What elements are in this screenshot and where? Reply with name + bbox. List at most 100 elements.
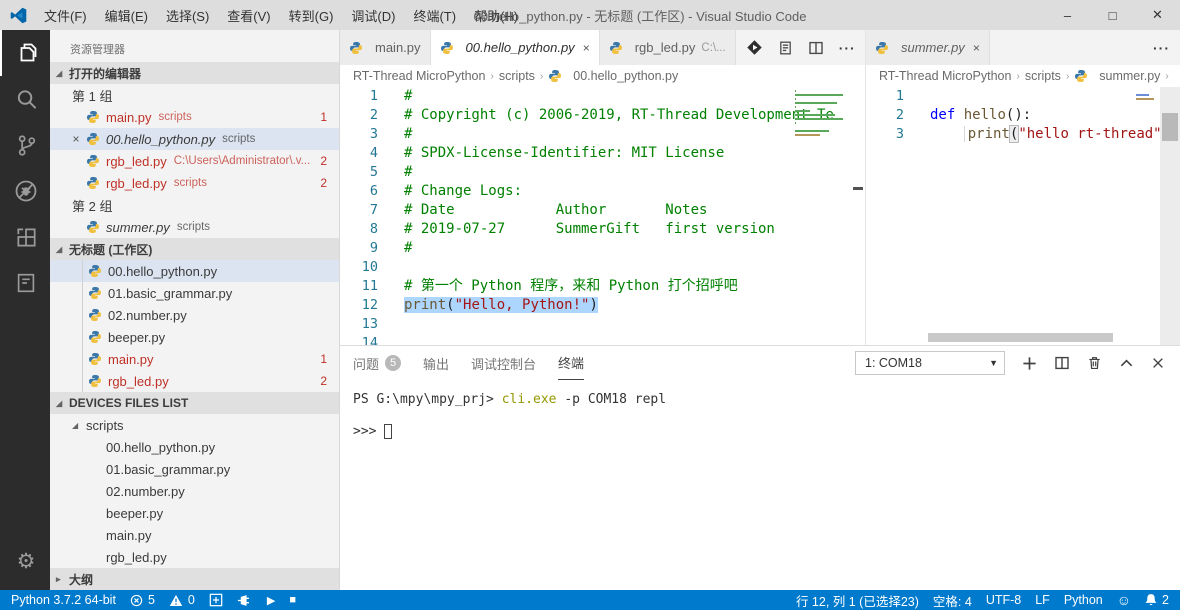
statusbar-encoding[interactable]: UTF-8	[979, 590, 1028, 610]
notifications-icon	[1145, 593, 1157, 607]
workspace-file[interactable]: 01.basic_grammar.py	[50, 282, 339, 304]
vertical-scrollbar[interactable]	[1160, 87, 1180, 345]
panel-tab-终端[interactable]: 终端	[558, 346, 584, 380]
menu-5[interactable]: 调试(D)	[342, 0, 404, 30]
devices-folder-scripts[interactable]: ◢scripts	[50, 414, 339, 436]
section-open-editors[interactable]: ◢打开的编辑器	[50, 62, 339, 84]
token: print	[404, 297, 446, 313]
run-program-icon: ▶	[267, 594, 275, 607]
tab-rgb_led.py[interactable]: rgb_led.pyC:\...	[600, 30, 736, 65]
minimap[interactable]	[1136, 90, 1158, 102]
statusbar-language-mode[interactable]: Python	[1057, 590, 1110, 610]
activitybar-debug[interactable]	[0, 168, 50, 214]
breadcrumb-item[interactable]: scripts	[499, 69, 535, 83]
minimap-line	[1136, 98, 1154, 100]
tab-00.hello_python.py[interactable]: 00.hello_python.py×	[431, 30, 600, 65]
activitybar-manage[interactable]: ⚙	[0, 538, 50, 584]
chevron-up-button[interactable]	[1119, 356, 1134, 371]
code-editor[interactable]: 12def hello():3 print("hello rt-thread"	[866, 87, 1180, 345]
statusbar-python-version[interactable]: Python 3.7.2 64-bit	[4, 590, 123, 610]
open-editor-item[interactable]: rgb_led.pyC:\Users\Administrator\.v...2	[50, 150, 339, 172]
section-devices-files-list[interactable]: ◢DEVICES FILES LIST	[50, 392, 339, 414]
close-button[interactable]	[1151, 356, 1165, 370]
breadcrumb-item[interactable]: scripts	[1025, 69, 1061, 83]
statusbar-connect-device[interactable]	[230, 590, 260, 610]
trash-button[interactable]	[1087, 355, 1102, 371]
workspace-file[interactable]: rgb_led.py2	[50, 370, 339, 392]
report-button[interactable]	[778, 40, 793, 56]
devices-file[interactable]: beeper.py	[50, 502, 339, 524]
statusbar-feedback[interactable]: ☺	[1110, 590, 1138, 610]
menu-3[interactable]: 查看(V)	[218, 0, 279, 30]
statusbar-eol[interactable]: LF	[1028, 590, 1057, 610]
statusbar-problems-warnings[interactable]: 0	[162, 590, 202, 610]
token: print	[968, 126, 1010, 142]
code-line: 12print("Hello, Python!")	[340, 296, 865, 315]
terminal-output[interactable]: PS G:\mpy\mpy_prj> cli.exe -p COM18 repl…	[340, 380, 1180, 590]
activitybar-extensions[interactable]	[0, 214, 50, 260]
menu-4[interactable]: 转到(G)	[280, 0, 343, 30]
breadcrumb-item[interactable]: 00.hello_python.py	[573, 69, 678, 83]
minimap[interactable]	[795, 90, 849, 146]
open-editor-item[interactable]: summer.pyscripts	[50, 216, 339, 238]
menu-2[interactable]: 选择(S)	[157, 0, 218, 30]
workspace-file[interactable]: 02.number.py	[50, 304, 339, 326]
menu-6[interactable]: 终端(T)	[404, 0, 465, 30]
vertical-scrollbar[interactable]	[849, 87, 865, 345]
open-editor-item[interactable]: rgb_led.pyscripts2	[50, 172, 339, 194]
minimap-line	[1136, 94, 1149, 96]
workspace-file[interactable]: beeper.py	[50, 326, 339, 348]
problem-count-badge: 5	[385, 355, 401, 371]
activitybar-search[interactable]	[0, 76, 50, 122]
statusbar-stop-program[interactable]: ■	[282, 590, 303, 610]
terminal-select[interactable]: 1: COM18 ▼	[855, 351, 1005, 375]
workspace-file[interactable]: main.py1	[50, 348, 339, 370]
devices-file[interactable]: main.py	[50, 524, 339, 546]
devices-file[interactable]: 02.number.py	[50, 480, 339, 502]
breadcrumb-item[interactable]: summer.py	[1099, 69, 1160, 83]
horizontal-scrollbar[interactable]	[928, 333, 1113, 342]
open-editor-item[interactable]: main.pyscripts1	[50, 106, 339, 128]
statusbar-notifications[interactable]: 2	[1138, 590, 1176, 610]
devices-file[interactable]: rgb_led.py	[50, 546, 339, 568]
section-workspace[interactable]: ◢无标题 (工作区)	[50, 238, 339, 260]
tab-summer.py[interactable]: summer.py×	[866, 30, 990, 65]
breadcrumb-item[interactable]: RT-Thread MicroPython	[353, 69, 485, 83]
split-panel-button[interactable]	[1054, 355, 1070, 371]
section-label: 无标题 (工作区)	[69, 241, 152, 258]
activitybar-source-control[interactable]	[0, 122, 50, 168]
activitybar-explorer[interactable]	[0, 30, 50, 76]
open-editor-item[interactable]: ×00.hello_python.pyscripts	[50, 128, 339, 150]
close-button[interactable]: ✕	[1135, 0, 1180, 30]
code-editor[interactable]: 1#2# Copyright (c) 2006-2019, RT-Thread …	[340, 87, 865, 345]
statusbar-problems-errors[interactable]: 5	[123, 590, 162, 610]
devices-file[interactable]: 01.basic_grammar.py	[50, 458, 339, 480]
tab-main.py[interactable]: main.py	[340, 30, 431, 65]
section-outline[interactable]: ▸大纲	[50, 568, 339, 590]
add-button[interactable]	[1022, 356, 1037, 371]
activitybar-rt-thread-view[interactable]	[0, 260, 50, 306]
split-editor-button[interactable]	[808, 40, 824, 56]
statusbar-run-program[interactable]: ▶	[260, 590, 282, 610]
close-icon[interactable]: ×	[583, 41, 590, 55]
code-line: 1	[866, 87, 1180, 106]
panel-tab-输出[interactable]: 输出	[423, 346, 449, 380]
breadcrumb-item[interactable]: RT-Thread MicroPython	[879, 69, 1011, 83]
scrollbar-slider[interactable]	[1162, 113, 1178, 141]
minimize-button[interactable]: –	[1045, 0, 1090, 30]
menu-0[interactable]: 文件(F)	[35, 0, 96, 30]
more-button[interactable]: ···	[1153, 40, 1170, 56]
menu-1[interactable]: 编辑(E)	[96, 0, 157, 30]
close-icon[interactable]: ×	[973, 41, 980, 55]
statusbar-indentation[interactable]: 空格: 4	[926, 590, 979, 610]
statusbar-download-board[interactable]	[202, 590, 230, 610]
close-icon[interactable]: ×	[66, 132, 86, 146]
run-diamond-button[interactable]	[746, 39, 763, 56]
panel-tab-问题[interactable]: 问题5	[353, 346, 401, 380]
devices-file[interactable]: 00.hello_python.py	[50, 436, 339, 458]
workspace-file[interactable]: 00.hello_python.py	[50, 260, 339, 282]
statusbar-cursor-position[interactable]: 行 12, 列 1 (已选择23)	[789, 590, 926, 610]
maximize-button[interactable]: □	[1090, 0, 1135, 30]
panel-tab-调试控制台[interactable]: 调试控制台	[471, 346, 536, 380]
more-button[interactable]: ···	[839, 40, 856, 56]
